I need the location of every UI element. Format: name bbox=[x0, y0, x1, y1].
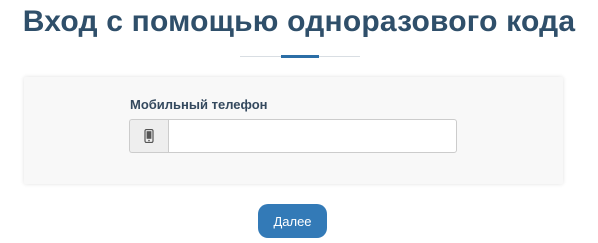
mobile-phone-icon bbox=[144, 129, 154, 143]
title-divider-accent bbox=[281, 55, 319, 58]
phone-input-addon bbox=[129, 119, 168, 153]
phone-label: Мобильный телефон bbox=[130, 97, 268, 112]
page-title: Вход с помощью одноразового кода bbox=[22, 5, 576, 38]
phone-input[interactable] bbox=[168, 119, 457, 153]
phone-input-group bbox=[129, 119, 457, 153]
next-button[interactable]: Далее bbox=[258, 204, 327, 238]
